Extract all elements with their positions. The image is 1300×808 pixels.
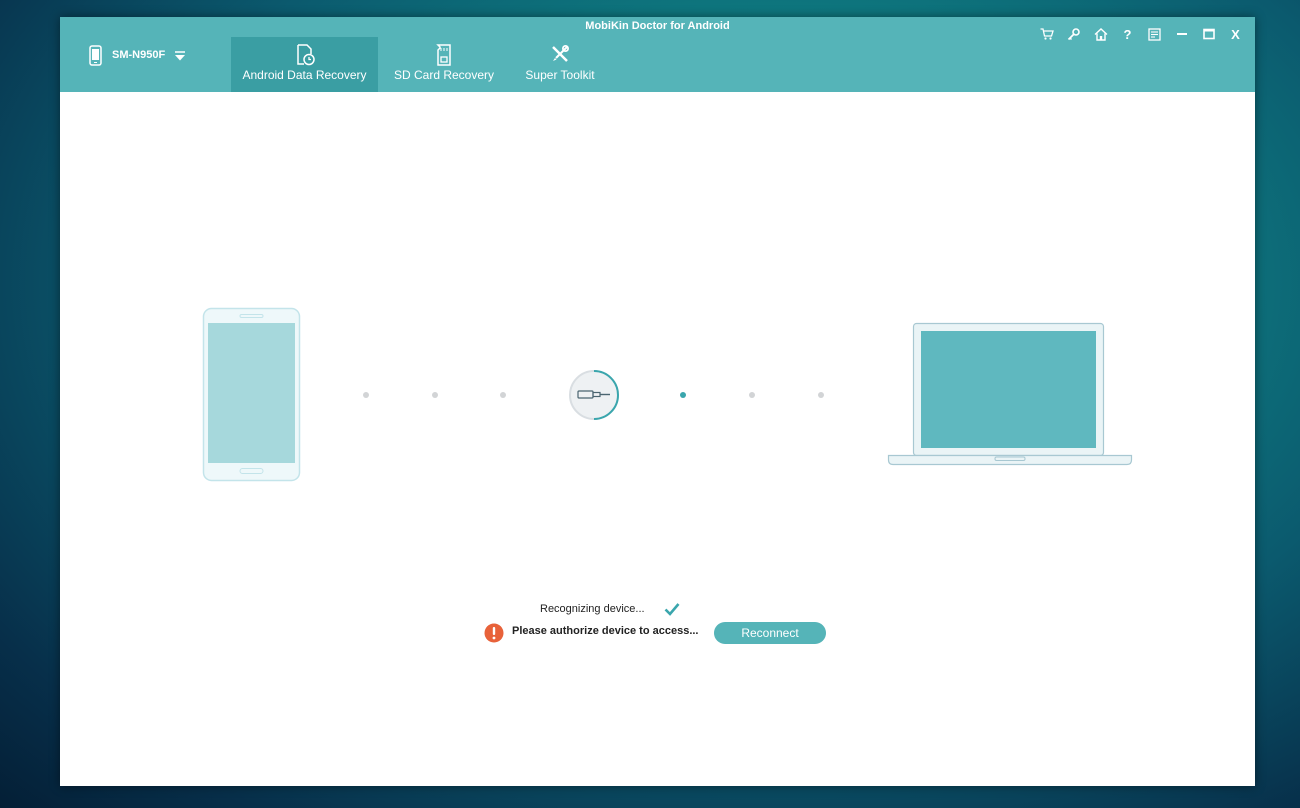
key-icon[interactable] [1060,24,1087,44]
close-icon[interactable]: X [1222,24,1249,44]
document-restore-icon [231,44,378,66]
dropdown-arrow-icon[interactable] [174,48,186,66]
app-window: MobiKin Doctor for Android SM-N950F Andr… [60,17,1255,786]
progress-dot [432,392,438,398]
home-icon[interactable] [1087,24,1114,44]
sd-card-icon [387,44,501,66]
laptop-illustration [887,322,1133,472]
authorize-status-text: Please authorize device to access... [512,625,699,637]
tab-sd-card-recovery[interactable]: SD Card Recovery [387,37,501,92]
progress-dot [818,392,824,398]
window-controls: ? X [1033,24,1249,44]
tab-android-data-recovery[interactable]: Android Data Recovery [231,37,378,92]
tab-super-toolkit[interactable]: Super Toolkit [516,37,604,92]
device-selector[interactable]: SM-N950F [85,39,220,69]
progress-dot-active [680,392,686,398]
tab-label: Android Data Recovery [242,68,367,82]
cart-icon[interactable] [1033,24,1060,44]
feedback-icon[interactable] [1141,24,1168,44]
usb-cable-icon [568,369,620,426]
progress-dot [500,392,506,398]
phone-icon [89,45,102,71]
reconnect-button[interactable]: Reconnect [714,622,826,644]
device-name: SM-N950F [112,49,166,61]
help-icon[interactable]: ? [1114,24,1141,44]
check-icon [664,602,680,621]
phone-illustration [202,307,302,487]
progress-dot [749,392,755,398]
recognizing-status-text: Recognizing device... [540,603,645,615]
minimize-icon[interactable] [1168,24,1195,44]
progress-dot [363,392,369,398]
maximize-icon[interactable] [1195,24,1222,44]
warning-icon [484,623,504,648]
tools-icon [516,44,604,66]
tab-label: SD Card Recovery [393,68,495,82]
header-bar: MobiKin Doctor for Android SM-N950F Andr… [60,17,1255,92]
tab-label: Super Toolkit [525,68,595,82]
